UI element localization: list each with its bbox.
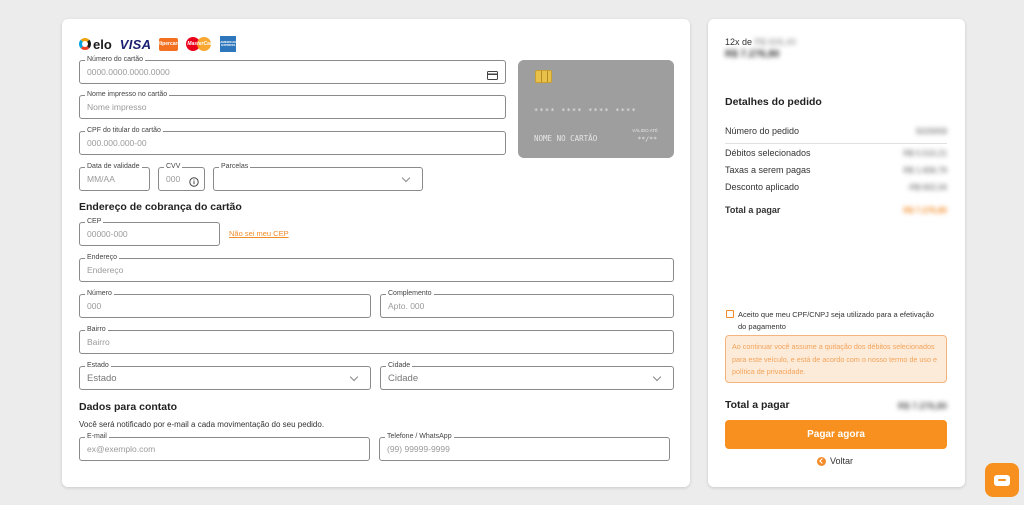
order-details-title: Detalhes do pedido [725,96,822,108]
chevron-down-icon [349,372,359,382]
installments-select[interactable]: Parcelas [213,162,423,191]
city-select[interactable]: Cidade Cidade [380,361,674,390]
expiry-field[interactable]: Data de validade MM/AA [79,162,150,191]
cep-field[interactable]: CEP 00000-000 [79,217,220,246]
card-preview-number: **** **** **** **** [534,107,637,115]
billing-title: Endereço de cobrança do cartão [79,201,242,213]
back-button[interactable]: Voltar [817,456,853,466]
discount-label: Desconto aplicado [725,182,800,192]
mastercard-logo: MasterCard [186,37,215,51]
contact-title: Dados para contato [79,401,178,413]
info-icon[interactable] [189,174,199,192]
order-number-label: Número do pedido [725,126,800,136]
state-select[interactable]: Estado Estado [79,361,371,390]
discount-value: -R$ 602,04 [907,183,947,192]
card-preview-name: NOME NO CARTÃO [534,134,598,143]
card-name-field[interactable]: Nome impresso no cartão Nome impresso [79,90,506,119]
summary-divider [725,143,947,144]
card-preview: **** **** **** **** NOME NO CARTÃO VÁLID… [518,60,674,158]
email-field[interactable]: E-mail ex@exemplo.com [79,432,370,461]
address-field[interactable]: Endereço Endereço [79,253,674,282]
terms-notice: Ao continuar você assume a quitação dos … [725,335,947,383]
complement-field[interactable]: Complemento Apto. 000 [380,289,674,318]
order-number-value: 5020059 [915,127,947,136]
debits-value: R$ 5.510,21 [903,149,947,158]
pay-now-button[interactable]: Pagar agora [725,420,947,449]
fees-value: R$ 1.658,79 [903,166,947,175]
card-number-field[interactable]: Número do cartão 0000.0000.0000.0000 [79,55,506,85]
accept-text: Aceito que meu CPF/CNPJ seja utilizado p… [738,310,934,331]
debits-label: Débitos selecionados [725,148,811,158]
elo-logo: elo [79,37,112,52]
card-preview-valid-label: VÁLIDO ATÉ [632,128,658,133]
accept-checkbox[interactable] [726,310,734,318]
number-field[interactable]: Número 000 [79,289,371,318]
total-top-value: R$ 7.276,80 [725,49,780,60]
back-arrow-icon [817,456,826,466]
total-bottom-label: Total a pagar [725,399,790,411]
fees-label: Taxas a serem pagas [725,165,811,175]
total-bottom-value: R$ 7.276,80 [897,401,947,411]
cep-unknown-link[interactable]: Não sei meu CEP [229,229,289,238]
cpf-field[interactable]: CPF do titular do cartão 000.000.000-00 [79,126,506,155]
contact-subtitle: Você será notificado por e-mail a cada m… [79,420,325,429]
card-preview-valid-value: **/** [637,135,657,143]
chevron-down-icon [652,372,662,382]
chat-icon [994,474,1010,486]
total-label: Total a pagar [725,205,781,215]
payment-form-panel: elo VISA Hipercard MasterCard AMERICAN E… [62,19,690,487]
neighborhood-field[interactable]: Bairro Bairro [79,325,674,354]
cvv-field[interactable]: CVV 000 [158,162,205,192]
chip-icon [535,70,552,83]
credit-card-icon [487,67,498,85]
total-value: R$ 7.276,80 [903,206,947,215]
card-brands: elo VISA Hipercard MasterCard AMERICAN E… [79,36,236,52]
visa-logo: VISA [119,36,152,52]
chevron-down-icon [401,173,411,183]
phone-field[interactable]: Telefone / WhatsApp (99) 99999-9999 [379,432,670,461]
hipercard-logo: Hipercard [157,37,181,51]
amex-logo: AMERICAN EXPRESS [220,36,236,52]
installments-info: 12x de R$ 606,40 [725,37,797,47]
order-summary-panel: 12x de R$ 606,40 R$ 7.276,80 Detalhes do… [708,19,965,487]
chat-button[interactable] [985,463,1019,497]
